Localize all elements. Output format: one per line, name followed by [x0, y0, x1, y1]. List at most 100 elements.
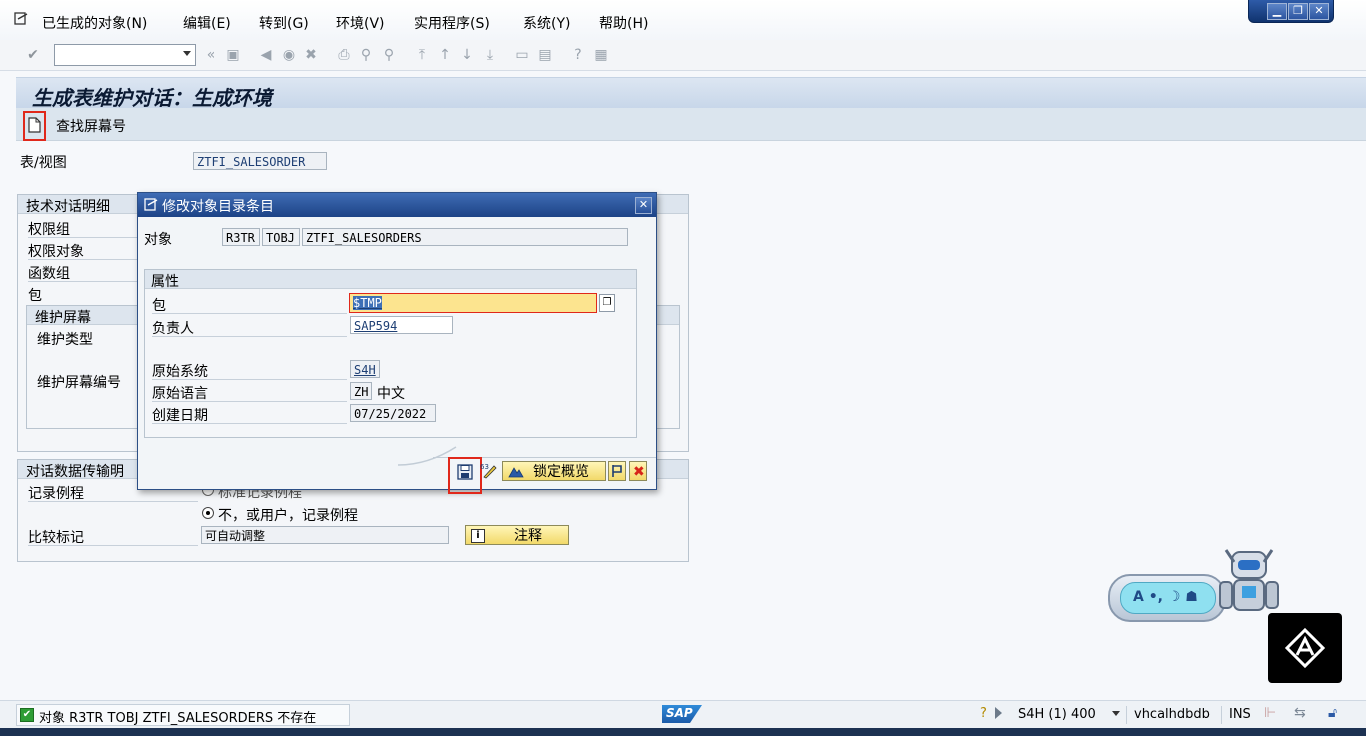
shortcut-icon[interactable]: ▤ — [537, 47, 553, 63]
menu-utilities[interactable]: 实用程序(S) — [414, 13, 490, 33]
package-value: $TMP — [353, 296, 382, 310]
auth-group-label: 权限组 — [28, 222, 70, 238]
lock-icon[interactable]: 🔓︎ — [1328, 705, 1337, 721]
radio-no-routine[interactable] — [202, 507, 214, 519]
original-language-field[interactable]: ZH — [350, 382, 372, 400]
divider — [28, 281, 138, 282]
double-chevron-icon[interactable]: « — [203, 47, 219, 63]
print-icon[interactable]: ⎙ — [336, 47, 352, 63]
svg-text:63: 63 — [480, 463, 489, 471]
minimize-icon[interactable]: ▁ — [1267, 3, 1287, 20]
menu-system[interactable]: 系统(Y) — [523, 13, 570, 33]
group-header: 属性 — [145, 270, 636, 290]
object-name-field[interactable]: ZTFI_SALESORDERS — [302, 228, 628, 246]
menu-goto[interactable]: 转到(G) — [259, 13, 309, 33]
find-screen-number-button[interactable]: 查找屏幕号 — [56, 116, 126, 136]
save-icon — [457, 464, 473, 480]
notes-button-label: 注释 — [514, 528, 542, 544]
edit-mode-icon[interactable]: ⊩ — [1264, 705, 1276, 721]
divider — [152, 379, 347, 380]
command-field[interactable] — [54, 44, 196, 66]
window-controls: ▁ ❐ ✕ — [1248, 0, 1334, 23]
change-object-directory-dialog: 修改对象目录条目 ✕ 对象 R3TR TOBJ ZTFI_SALESORDERS… — [137, 192, 657, 494]
lock-overview-button[interactable]: 锁定概览 — [502, 461, 606, 481]
a-logo-icon — [1284, 627, 1326, 669]
success-check-icon: ✔ — [20, 708, 34, 722]
menu-edit[interactable]: 编辑(E) — [183, 13, 231, 33]
new-session-icon[interactable]: ▭ — [514, 47, 530, 63]
technical-details-header: 技术对话明细 — [26, 199, 110, 215]
info-icon: i — [471, 529, 485, 543]
chevron-down-icon[interactable] — [183, 51, 191, 56]
restore-icon[interactable]: ❐ — [1288, 3, 1308, 20]
object-type-field[interactable]: TOBJ — [262, 228, 300, 246]
auth-object-label: 权限对象 — [28, 244, 84, 260]
status-message-area[interactable]: ✔ 对象 R3TR TOBJ ZTFI_SALESORDERS 不存在 — [16, 704, 350, 726]
new-document-button[interactable] — [23, 111, 46, 141]
dialog-title-bar: 修改对象目录条目 ✕ — [138, 193, 656, 217]
divider — [28, 501, 198, 502]
compare-flag-label: 比较标记 — [28, 530, 84, 546]
cancel-x-icon: ✖ — [633, 464, 645, 480]
play-triangle-icon[interactable] — [995, 707, 1002, 719]
close-icon[interactable]: ✕ — [635, 197, 652, 214]
transport-button[interactable] — [608, 461, 626, 481]
robot-mascot-icon — [1219, 549, 1279, 611]
back-icon[interactable]: ◀ — [258, 47, 274, 63]
notes-button[interactable]: i 注释 — [465, 525, 569, 545]
help-icon[interactable]: ? — [570, 47, 586, 63]
assistant-widget[interactable]: A •, ☽ ☗ — [1108, 574, 1226, 622]
exit-icon[interactable]: ◉ — [281, 47, 297, 63]
divider — [1221, 706, 1222, 724]
divider — [28, 259, 138, 260]
dialog-menu-icon[interactable] — [144, 198, 158, 212]
status-message: 对象 R3TR TOBJ ZTFI_SALESORDERS 不存在 — [39, 711, 317, 726]
save-icon[interactable]: ▣ — [225, 47, 241, 63]
original-system-field[interactable]: S4H — [350, 360, 380, 378]
maintenance-screen-number-label: 维护屏幕编号 — [37, 375, 121, 391]
divider — [152, 401, 347, 402]
owner-label: 负责人 — [152, 321, 194, 337]
edit-pencil-icon[interactable]: 63 — [480, 461, 498, 479]
last-page-icon[interactable]: ⤓ — [482, 47, 498, 63]
layout-icon[interactable]: ▦ — [593, 47, 609, 63]
maintenance-type-label: 维护类型 — [37, 332, 93, 348]
created-on-field[interactable]: 07/25/2022 — [350, 404, 436, 422]
layout-menu-icon[interactable]: ⇆ — [1294, 705, 1306, 721]
assistant-text: A •, ☽ ☗ — [1133, 589, 1198, 605]
created-on-label: 创建日期 — [152, 408, 208, 424]
find-next-icon[interactable]: ⚲ — [381, 47, 397, 63]
menu-generated-objects[interactable]: 已生成的对象(N) — [42, 13, 147, 33]
table-view-field[interactable]: ZTFI_SALESORDER — [193, 152, 327, 170]
save-button[interactable] — [448, 457, 482, 494]
menu-help[interactable]: 帮助(H) — [599, 13, 648, 33]
cancel-icon[interactable]: ✖ — [303, 47, 319, 63]
find-icon[interactable]: ⚲ — [358, 47, 374, 63]
divider — [1126, 706, 1127, 724]
chevron-down-icon[interactable] — [1112, 711, 1120, 716]
menu-icon[interactable] — [14, 12, 28, 26]
close-window-icon[interactable]: ✕ — [1309, 3, 1329, 20]
document-icon — [28, 117, 41, 133]
enter-check-icon[interactable]: ✔ — [25, 47, 41, 63]
help-question-icon[interactable]: ? — [980, 706, 987, 721]
radio-selected-dot — [206, 511, 210, 515]
package-field[interactable]: $TMP — [349, 293, 597, 313]
object-pgmid-field[interactable]: R3TR — [222, 228, 260, 246]
transport-header: 对话数据传输明 — [26, 464, 124, 480]
divider — [28, 237, 138, 238]
next-page-icon[interactable]: ↓ — [459, 47, 475, 63]
menu-environment[interactable]: 环境(V) — [336, 13, 385, 33]
title-bar: 生成表维护对话：生成环境 — [16, 77, 1366, 110]
value-help-icon[interactable]: ❐ — [599, 294, 615, 312]
cancel-button[interactable]: ✖ — [629, 461, 647, 481]
lock-overview-label: 锁定概览 — [533, 464, 589, 480]
divider — [152, 423, 347, 424]
insert-mode: INS — [1229, 707, 1251, 722]
owner-field[interactable]: SAP594 — [350, 316, 453, 334]
transport-icon — [612, 465, 622, 477]
first-page-icon[interactable]: ⤒ — [414, 47, 430, 63]
previous-page-icon[interactable]: ↑ — [437, 47, 453, 63]
assistant-bubble: A •, ☽ ☗ — [1120, 582, 1216, 614]
compare-flag-field[interactable]: 可自动调整 — [201, 526, 449, 544]
